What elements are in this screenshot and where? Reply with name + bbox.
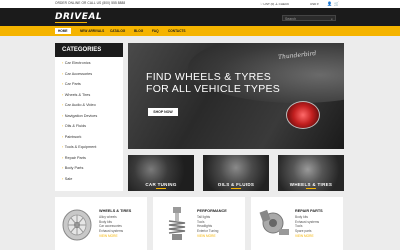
nav-item-home[interactable]: HOME [55, 28, 71, 34]
category-item[interactable]: Oils & Fluids [62, 124, 86, 128]
category-item[interactable]: Car Audio & Video [62, 103, 96, 107]
top-bar: ORDER ONLINE OR CALL US (800) 555 8888 ♡… [0, 0, 400, 8]
card-link[interactable]: Tools [295, 224, 302, 228]
site-header: DRIVEAL Search ⌕ [0, 8, 400, 26]
category-item[interactable]: Body Parts [62, 166, 84, 170]
nav-item-new-arrivals[interactable]: NEW ARRIVALS [77, 28, 107, 34]
card-link[interactable]: Car accessories [99, 224, 122, 228]
category-item[interactable]: Navigation Devices [62, 114, 98, 118]
card-title: PERFORMANCE [197, 209, 227, 213]
nav-item-contacts[interactable]: CONTACTS [165, 28, 188, 34]
card-link[interactable]: Body kits [99, 220, 112, 224]
nav-item-faq[interactable]: FAQ [149, 28, 162, 34]
wishlist-checkout-links[interactable]: ♡ LIST (0) ♙ CHECK [260, 2, 289, 6]
wheel-rim-image [62, 209, 92, 241]
tile-label: CAR TUNING [145, 182, 177, 187]
main-nav: HOME NEW ARRIVALS CATALOG BLOG FAQ CONTA… [0, 26, 400, 36]
category-card-performance[interactable]: PERFORMANCE Tail lights Tools Headlights… [153, 197, 245, 250]
card-link[interactable]: Exhaust systems [295, 220, 319, 224]
card-link[interactable]: Exhaust systems [99, 229, 123, 233]
promo-tile-oils-fluids[interactable]: OILS & FLUIDS [203, 155, 269, 191]
tile-label: OILS & FLUIDS [217, 182, 255, 187]
page: ORDER ONLINE OR CALL US (800) 555 8888 ♡… [0, 0, 400, 250]
card-link[interactable]: Exterior Tuning [197, 229, 218, 233]
category-item[interactable]: Car Electronics [62, 61, 91, 65]
card-title: WHEELS & TIRES [99, 209, 132, 213]
nav-item-catalog[interactable]: CATALOG [107, 28, 128, 34]
tile-underline [156, 187, 166, 189]
card-link[interactable]: Alloy wheels [99, 215, 117, 219]
category-item[interactable]: Wheels & Tires [62, 93, 91, 97]
category-card-wheels[interactable]: WHEELS & TIRES Alloy wheels Body kits Ca… [55, 197, 147, 250]
search-icon[interactable]: ⌕ [331, 17, 333, 21]
card-link[interactable]: Headlights [197, 224, 212, 228]
user-icon[interactable]: 👤 [327, 1, 332, 6]
card-link[interactable]: Body kits [295, 215, 308, 219]
search-box[interactable]: Search ⌕ [282, 15, 336, 21]
card-link[interactable]: Spare parts [295, 229, 311, 233]
tile-label: WHEELS & TIRES [289, 182, 333, 187]
logo-underline [55, 22, 87, 23]
hero-banner[interactable]: Thunderbird FIND WHEELS & TYRES FOR ALL … [128, 43, 344, 149]
view-more-link[interactable]: VIEW MORE [295, 234, 314, 238]
category-card-repair[interactable]: REPAIR PARTS Body kits Exhaust systems T… [251, 197, 343, 250]
category-item[interactable]: Tools & Equipment [62, 145, 97, 149]
categories-header: CATEGORIES [55, 43, 123, 57]
category-item[interactable]: Car Accessories [62, 72, 92, 76]
view-more-link[interactable]: VIEW MORE [197, 234, 216, 238]
promo-tile-wheels-tires[interactable]: WHEELS & TIRES [278, 155, 344, 191]
card-title: REPAIR PARTS [295, 209, 323, 213]
categories-title: CATEGORIES [62, 47, 102, 53]
cart-icon[interactable]: 🛒 [334, 1, 339, 6]
view-more-link[interactable]: VIEW MORE [99, 234, 118, 238]
search-input[interactable]: Search [285, 17, 296, 21]
currency-selector[interactable]: USD ▾ [310, 2, 319, 6]
hero-headline-line-1: FIND WHEELS & TYRES [146, 71, 272, 83]
categories-sidebar: CATEGORIES Car Electronics Car Accessori… [55, 43, 123, 191]
tile-underline [231, 187, 241, 189]
card-link[interactable]: Tools [197, 220, 204, 224]
card-link[interactable]: Tail lights [197, 215, 210, 219]
order-phone-text: ORDER ONLINE OR CALL US (800) 555 8888 [55, 1, 126, 5]
nav-item-blog[interactable]: BLOG [131, 28, 146, 34]
category-item[interactable]: Car Parts [62, 82, 81, 86]
shop-now-button[interactable]: SHOP NOW [148, 108, 178, 116]
tile-underline [306, 187, 316, 189]
hero-headline: FIND WHEELS & TYRES FOR ALL VEHICLE TYPE… [146, 71, 280, 95]
category-item[interactable]: Paintwork [62, 135, 82, 139]
category-item[interactable]: Sale [62, 177, 73, 181]
tail-light-image [286, 101, 320, 129]
promo-tile-car-tuning[interactable]: CAR TUNING [128, 155, 194, 191]
brake-assembly-image [259, 209, 289, 235]
category-item[interactable]: Repair Parts [62, 156, 86, 160]
hero-headline-line-2: FOR ALL VEHICLE TYPES [146, 83, 281, 95]
shock-absorber-image [168, 207, 186, 240]
site-logo[interactable]: DRIVEAL [55, 12, 102, 22]
